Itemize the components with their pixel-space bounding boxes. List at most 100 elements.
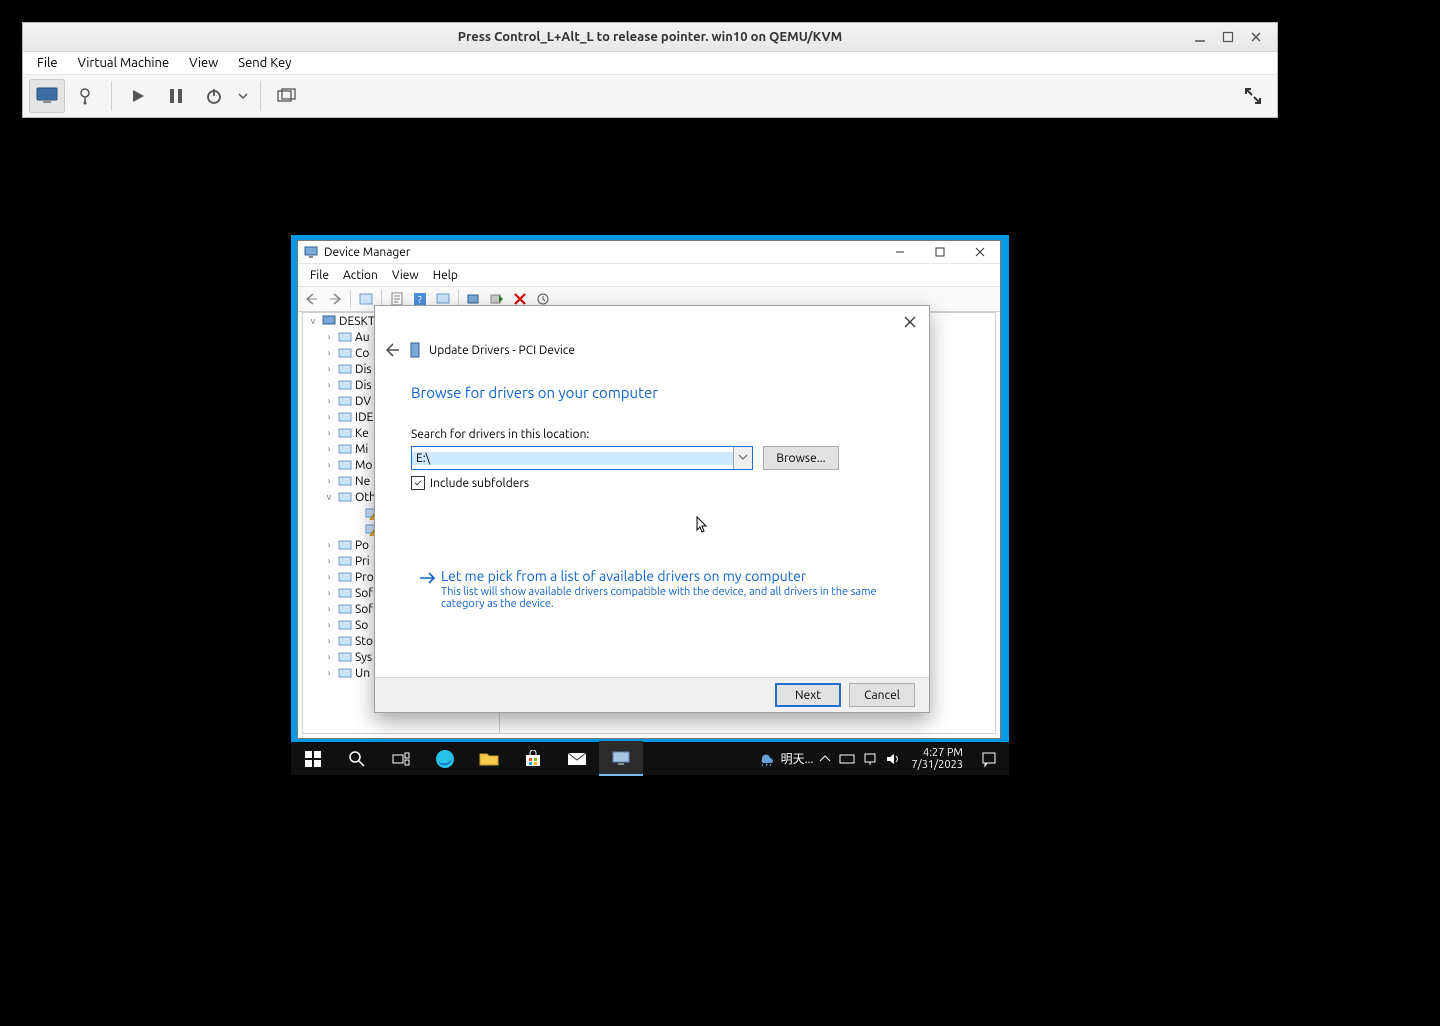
tree-item-label: Pri [355, 555, 370, 568]
tree-item-label: DV [355, 395, 371, 408]
start-button[interactable] [291, 742, 335, 775]
expand-icon: › [323, 556, 335, 566]
devmgr-menu-view[interactable]: View [386, 268, 425, 283]
vm-menu-virtual-machine[interactable]: Virtual Machine [70, 55, 178, 71]
device-manager-titlebar[interactable]: Device Manager [298, 241, 1000, 264]
pause-button[interactable] [158, 79, 194, 113]
forward-button[interactable] [325, 289, 345, 309]
expand-icon: › [323, 476, 335, 486]
cancel-button[interactable]: Cancel [849, 683, 915, 707]
expand-icon: › [323, 636, 335, 646]
maximize-button[interactable] [1221, 30, 1235, 44]
vm-titlebar: Press Control_L+Alt_L to release pointer… [23, 23, 1277, 52]
device-category-icon [337, 425, 353, 441]
minimize-button[interactable] [880, 241, 920, 263]
devmgr-menu-help[interactable]: Help [427, 268, 464, 283]
tree-item-label: Ke [355, 427, 369, 440]
virt-manager-window: Press Control_L+Alt_L to release pointer… [22, 22, 1278, 118]
dropdown-button[interactable] [733, 447, 752, 469]
next-button[interactable]: Next [775, 683, 841, 707]
tree-item-label: IDE [355, 411, 373, 424]
close-button[interactable] [895, 310, 925, 334]
run-button[interactable] [120, 79, 156, 113]
expand-icon: › [323, 620, 335, 630]
device-category-icon [337, 649, 353, 665]
search-location-combo[interactable]: E:\ [411, 446, 753, 470]
store-button[interactable] [511, 742, 555, 775]
devmgr-menu-action[interactable]: Action [337, 268, 384, 283]
vm-menu-send-key[interactable]: Send Key [230, 55, 299, 71]
device-category-icon [337, 489, 353, 505]
minimize-button[interactable] [1193, 30, 1207, 44]
action-center-icon[interactable] [975, 751, 1003, 767]
expand-icon: › [323, 668, 335, 678]
tree-item-label: Dis [355, 379, 372, 392]
mail-button[interactable] [555, 742, 599, 775]
task-view-button[interactable] [379, 742, 423, 775]
close-button[interactable] [960, 241, 1000, 263]
device-category-icon [337, 585, 353, 601]
taskbar-left [291, 742, 643, 775]
expand-icon: › [323, 588, 335, 598]
snapshots-button[interactable] [269, 79, 305, 113]
tree-item-label: Mo [355, 459, 372, 472]
shutdown-dropdown[interactable] [234, 79, 252, 113]
back-button[interactable] [385, 343, 401, 357]
search-location-value[interactable]: E:\ [412, 452, 733, 465]
search-button[interactable] [335, 742, 379, 775]
console-button[interactable] [29, 79, 65, 113]
tray-chevron-icon[interactable] [819, 754, 831, 764]
dialog-title: Update Drivers - PCI Device [429, 344, 575, 357]
tree-item-label: Sys [355, 651, 372, 664]
vm-title: Press Control_L+Alt_L to release pointer… [458, 30, 842, 44]
keyboard-icon[interactable] [839, 753, 855, 765]
edge-button[interactable] [423, 742, 467, 775]
back-button[interactable] [302, 289, 322, 309]
clock[interactable]: 4:27 PM 7/31/2023 [905, 747, 969, 771]
file-explorer-button[interactable] [467, 742, 511, 775]
vm-toolbar [23, 75, 1277, 117]
weather-widget[interactable]: 明天... [757, 750, 814, 767]
fullscreen-button[interactable] [1235, 79, 1271, 113]
device-manager-taskbar-button[interactable] [599, 741, 643, 776]
show-hidden-button[interactable] [356, 289, 376, 309]
network-icon[interactable] [863, 752, 877, 766]
include-subfolders-checkbox[interactable]: ✓ Include subfolders [411, 476, 529, 490]
device-category-icon [337, 553, 353, 569]
let-me-pick-option[interactable]: Let me pick from a list of available dri… [419, 568, 879, 610]
clock-time: 4:27 PM [911, 747, 963, 759]
tree-item-label: Pro [355, 571, 374, 584]
arrow-icon [419, 571, 437, 585]
dialog-footer: Next Cancel [375, 677, 929, 712]
tree-item-label: Au [355, 331, 370, 344]
search-location-label: Search for drivers in this location: [411, 428, 589, 441]
device-category-icon [337, 393, 353, 409]
expand-icon: › [323, 380, 335, 390]
tree-item-label: Un [355, 667, 370, 680]
volume-icon[interactable] [885, 752, 899, 766]
vm-window-controls [1193, 23, 1273, 51]
weather-text: 明天... [781, 750, 814, 767]
details-button[interactable] [67, 79, 103, 113]
expand-icon: › [323, 428, 335, 438]
expand-icon: › [323, 604, 335, 614]
device-manager-window-controls [880, 241, 1000, 263]
browse-button[interactable]: Browse... [763, 446, 839, 470]
tree-item-label: Co [355, 347, 369, 360]
devmgr-menu-file[interactable]: File [304, 268, 335, 283]
tree-item-label: Sof [355, 587, 373, 600]
device-category-icon [337, 601, 353, 617]
device-category-icon [337, 633, 353, 649]
dialog-heading: Browse for drivers on your computer [411, 384, 658, 401]
vm-menu-view[interactable]: View [181, 55, 226, 71]
update-drivers-dialog: Update Drivers - PCI Device Browse for d… [374, 305, 930, 713]
vm-menu-file[interactable]: File [29, 55, 66, 71]
taskbar: 明天... 4:27 PM 7/31/2023 [291, 742, 1009, 775]
close-button[interactable] [1249, 30, 1263, 44]
guest-desktop: Device Manager File Action View Help ? [291, 235, 1009, 775]
tree-item-label: Po [355, 539, 369, 552]
shutdown-button[interactable] [196, 79, 232, 113]
include-subfolders-label: Include subfolders [430, 477, 529, 490]
maximize-button[interactable] [920, 241, 960, 263]
device-category-icon [337, 473, 353, 489]
